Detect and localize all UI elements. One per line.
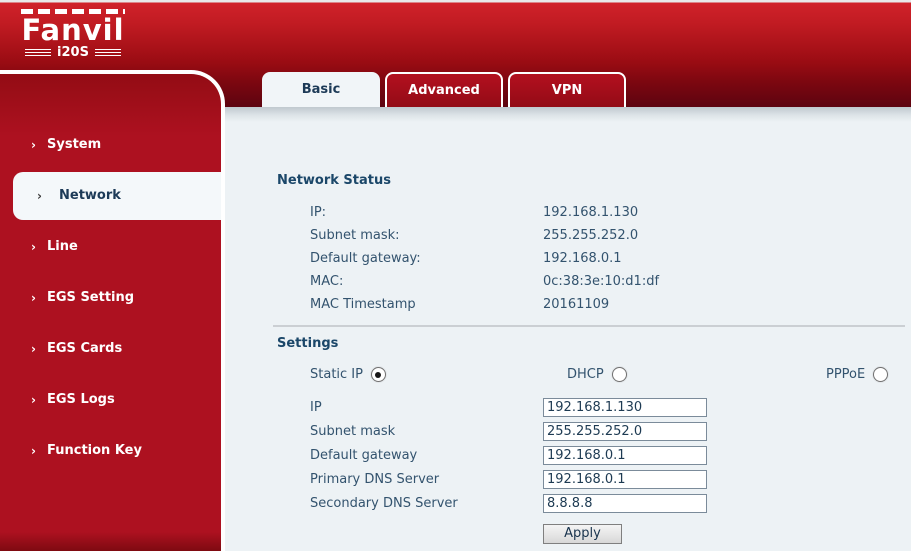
sidebar-item-function-key: › Function Key xyxy=(0,425,221,476)
field-row-gateway: Default gateway xyxy=(277,445,905,465)
logo-rule-right xyxy=(94,49,121,56)
settings-section: Settings Static IP DHCP PPPoE IP Subnet … xyxy=(277,336,905,544)
field-row-secondary-dns: Secondary DNS Server xyxy=(277,493,905,513)
logo-rule-left xyxy=(25,49,52,56)
secondary-dns-input[interactable] xyxy=(543,493,707,513)
pppoe-label: PPPoE xyxy=(826,367,866,382)
sidebar-item-network-link[interactable]: › Network xyxy=(13,171,221,220)
tab-advanced[interactable]: Advanced xyxy=(385,72,503,107)
status-label: Default gateway: xyxy=(310,251,421,266)
sidebar: › System › Network › Line › EGS Setting … xyxy=(0,70,225,551)
logo-model-row: i20S xyxy=(14,46,132,59)
dhcp-radio-group[interactable]: DHCP xyxy=(567,367,627,382)
tab-vpn[interactable]: VPN xyxy=(508,72,626,107)
field-label: Subnet mask xyxy=(310,423,396,439)
status-value: 0c:38:3e:10:d1:df xyxy=(543,274,660,289)
status-row-gateway: Default gateway: 192.168.0.1 xyxy=(277,247,905,270)
header-bar: Fanvil i20S xyxy=(0,0,911,62)
logo-model-text: i20S xyxy=(57,45,89,60)
sidebar-item-label: EGS Cards xyxy=(47,341,123,356)
field-label: Primary DNS Server xyxy=(310,471,440,487)
sidebar-item-egs-logs: › EGS Logs xyxy=(0,374,221,425)
pppoe-radio-group[interactable]: PPPoE xyxy=(826,367,889,382)
sidebar-item-label: Line xyxy=(47,239,78,254)
sidebar-item-egs-cards: › EGS Cards xyxy=(0,323,221,374)
chevron-right-icon: › xyxy=(31,239,36,254)
status-value: 192.168.0.1 xyxy=(543,251,622,266)
status-label: IP: xyxy=(310,205,327,220)
status-label: Subnet mask: xyxy=(310,228,400,243)
sidebar-item-label: Network xyxy=(59,188,121,203)
dhcp-label: DHCP xyxy=(567,367,604,382)
status-value: 255.255.252.0 xyxy=(543,228,639,243)
settings-title: Settings xyxy=(277,336,339,351)
sidebar-item-network: › Network xyxy=(0,170,221,221)
static-ip-label: Static IP xyxy=(310,367,363,382)
sidebar-menu: › System › Network › Line › EGS Setting … xyxy=(0,74,221,476)
status-label: MAC Timestamp xyxy=(310,297,416,312)
sidebar-item-label: EGS Logs xyxy=(47,392,115,407)
default-gateway-input[interactable] xyxy=(543,445,707,465)
status-value: 192.168.1.130 xyxy=(543,205,639,220)
chevron-right-icon: › xyxy=(31,341,36,356)
chevron-right-icon: › xyxy=(37,188,42,203)
sidebar-item-egs-logs-link[interactable]: › EGS Logs xyxy=(0,376,221,424)
status-row-ip: IP: 192.168.1.130 xyxy=(277,201,905,224)
settings-fields: IP Subnet mask Default gateway Primary D… xyxy=(277,397,905,544)
connection-mode-row: Static IP DHCP PPPoE xyxy=(277,367,905,389)
static-ip-radio[interactable] xyxy=(370,367,386,382)
sidebar-item-system: › System xyxy=(0,119,221,170)
tab-advanced-label: Advanced xyxy=(408,83,480,98)
field-row-subnet: Subnet mask xyxy=(277,421,905,441)
apply-button[interactable]: Apply xyxy=(543,523,622,544)
tab-bar: Basic Advanced VPN xyxy=(262,72,626,107)
network-status-title: Network Status xyxy=(277,173,391,188)
pppoe-radio[interactable] xyxy=(873,367,889,382)
field-label: Default gateway xyxy=(310,447,418,463)
tab-basic-label: Basic xyxy=(301,82,341,97)
sidebar-item-system-link[interactable]: › System xyxy=(0,121,221,169)
sidebar-item-label: System xyxy=(47,137,102,152)
sidebar-item-egs-setting: › EGS Setting xyxy=(0,272,221,323)
network-status-section: Network Status IP: 192.168.1.130 Subnet … xyxy=(277,173,905,316)
status-row-mac: MAC: 0c:38:3e:10:d1:df xyxy=(277,270,905,293)
sidebar-item-label: EGS Setting xyxy=(47,290,135,305)
fanvil-logo: Fanvil i20S xyxy=(14,9,132,59)
chevron-right-icon: › xyxy=(31,137,36,152)
sidebar-item-egs-setting-link[interactable]: › EGS Setting xyxy=(0,274,221,322)
field-label: Secondary DNS Server xyxy=(310,495,458,511)
primary-dns-input[interactable] xyxy=(543,469,707,489)
field-label: IP xyxy=(310,399,322,415)
status-row-subnet: Subnet mask: 255.255.252.0 xyxy=(277,224,905,247)
status-label: MAC: xyxy=(310,274,344,289)
tab-basic[interactable]: Basic xyxy=(262,72,380,107)
dhcp-radio[interactable] xyxy=(611,367,627,382)
field-row-ip: IP xyxy=(277,397,905,417)
sidebar-item-label: Function Key xyxy=(47,443,142,458)
logo-brand-text: Fanvil xyxy=(21,13,125,47)
ip-input[interactable] xyxy=(543,397,707,417)
page: Fanvil i20S Basic Advanced VPN › System xyxy=(0,0,911,551)
section-divider xyxy=(273,325,905,327)
status-value: 20161109 xyxy=(543,297,610,312)
tab-vpn-label: VPN xyxy=(551,83,583,98)
sidebar-item-function-key-link[interactable]: › Function Key xyxy=(0,427,221,475)
field-row-primary-dns: Primary DNS Server xyxy=(277,469,905,489)
apply-row: Apply xyxy=(543,522,905,544)
sidebar-item-line: › Line xyxy=(0,221,221,272)
sidebar-item-line-link[interactable]: › Line xyxy=(0,223,221,271)
chevron-right-icon: › xyxy=(31,443,36,458)
sidebar-item-egs-cards-link[interactable]: › EGS Cards xyxy=(0,325,221,373)
status-row-mac-timestamp: MAC Timestamp 20161109 xyxy=(277,293,905,316)
subnet-mask-input[interactable] xyxy=(543,421,707,441)
static-ip-radio-group[interactable]: Static IP xyxy=(310,367,386,382)
chevron-right-icon: › xyxy=(31,290,36,305)
chevron-right-icon: › xyxy=(31,392,36,407)
